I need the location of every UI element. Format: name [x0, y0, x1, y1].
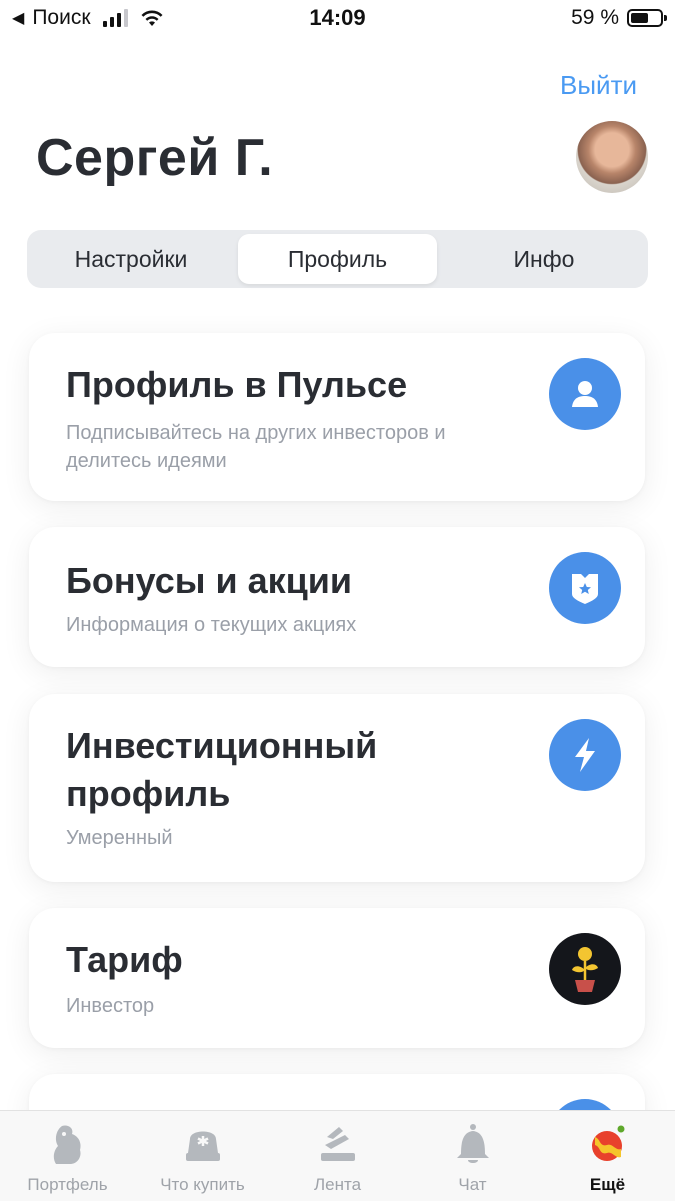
- tabbar-label: Что купить: [160, 1175, 245, 1194]
- more-icon: [587, 1123, 629, 1165]
- card-investment-profile[interactable]: Инвестиционный профиль Умеренный: [29, 694, 645, 882]
- battery-fill: [631, 13, 648, 23]
- avatar[interactable]: [576, 121, 648, 193]
- battery-icon: [627, 9, 667, 27]
- status-bar: ◀ Поиск 14:09 59 %: [0, 0, 675, 40]
- user-name: Сергей Г.: [36, 129, 274, 187]
- lightning-icon: [549, 719, 621, 791]
- card-tariff[interactable]: Тариф Инвестор: [29, 908, 645, 1048]
- tabbar-item-more[interactable]: Ещё: [540, 1111, 675, 1201]
- battery-percent: 59 %: [571, 6, 619, 29]
- card-title: Профиль в Пульсе: [66, 364, 408, 405]
- tabbar-item-chat[interactable]: Чат: [405, 1111, 540, 1201]
- bell-icon: [452, 1123, 494, 1165]
- logout-button[interactable]: Выйти: [560, 70, 637, 101]
- tabbar-label: Ещё: [589, 1175, 626, 1194]
- card-subtitle: Подписывайтесь на других инвесторов и де…: [66, 422, 446, 472]
- badge-star-icon: [549, 552, 621, 624]
- status-right: 59 %: [571, 6, 667, 30]
- tab-settings[interactable]: Настройки: [31, 234, 231, 284]
- what-to-buy-icon: [182, 1123, 224, 1165]
- tabbar-item-feed[interactable]: Лента: [270, 1111, 405, 1201]
- card-title: Бонусы и акции: [66, 560, 353, 601]
- tab-info[interactable]: Инфо: [444, 234, 644, 284]
- card-subtitle: Инвестор: [66, 995, 155, 1017]
- tabbar-item-portfolio[interactable]: Портфель: [0, 1111, 135, 1201]
- tab-profile[interactable]: Профиль: [238, 234, 437, 284]
- tabbar-label: Портфель: [27, 1175, 108, 1194]
- card-bonuses[interactable]: Бонусы и акции Информация о текущих акци…: [29, 527, 645, 667]
- portfolio-icon: [47, 1123, 89, 1165]
- card-subtitle: Информация о текущих акциях: [66, 614, 357, 636]
- feed-icon: [317, 1123, 359, 1165]
- segmented-control: Настройки Профиль Инфо: [27, 230, 648, 288]
- tabbar-label: Чат: [458, 1175, 487, 1194]
- tab-bar: Портфель Что купить Лента Чат Ещё: [0, 1110, 675, 1201]
- money-plant-icon: [549, 933, 621, 1005]
- card-pulse-profile[interactable]: Профиль в Пульсе Подписывайтесь на други…: [29, 333, 645, 501]
- card-subtitle: Умеренный: [66, 827, 173, 849]
- card-title: Инвестиционный профиль: [66, 725, 378, 814]
- person-icon: [549, 358, 621, 430]
- card-title: Тариф: [66, 939, 183, 980]
- tabbar-label: Лента: [313, 1175, 362, 1194]
- tabbar-item-what-to-buy[interactable]: Что купить: [135, 1111, 270, 1201]
